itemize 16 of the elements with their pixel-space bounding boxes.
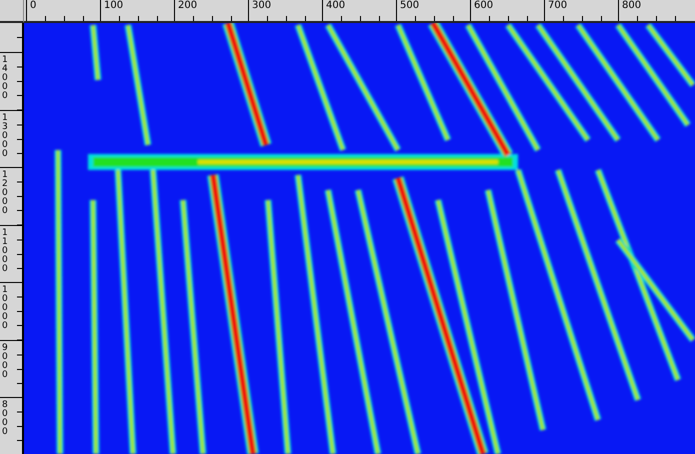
ruler-label: 500 xyxy=(399,0,420,11)
ruler-label: 100 xyxy=(103,0,124,11)
ruler-label: 700 xyxy=(547,0,568,11)
ruler-label: 300 xyxy=(251,0,272,11)
ruler-label: 200 xyxy=(177,0,198,11)
ruler-label: 11000 xyxy=(1,226,9,274)
ruler-label: 600 xyxy=(473,0,494,11)
ruler-label: 13000 xyxy=(1,112,9,158)
ruler-label: 8000 xyxy=(1,399,9,437)
ruler-label: 10000 xyxy=(1,284,9,331)
ruler-label: 400 xyxy=(325,0,346,11)
ruler-label: 14000 xyxy=(1,54,9,101)
ruler-label: 12000 xyxy=(1,169,9,216)
ruler-label: 800 xyxy=(621,0,642,11)
ruler-label: 9000 xyxy=(1,342,9,380)
ruler-label: 0 xyxy=(29,0,36,11)
